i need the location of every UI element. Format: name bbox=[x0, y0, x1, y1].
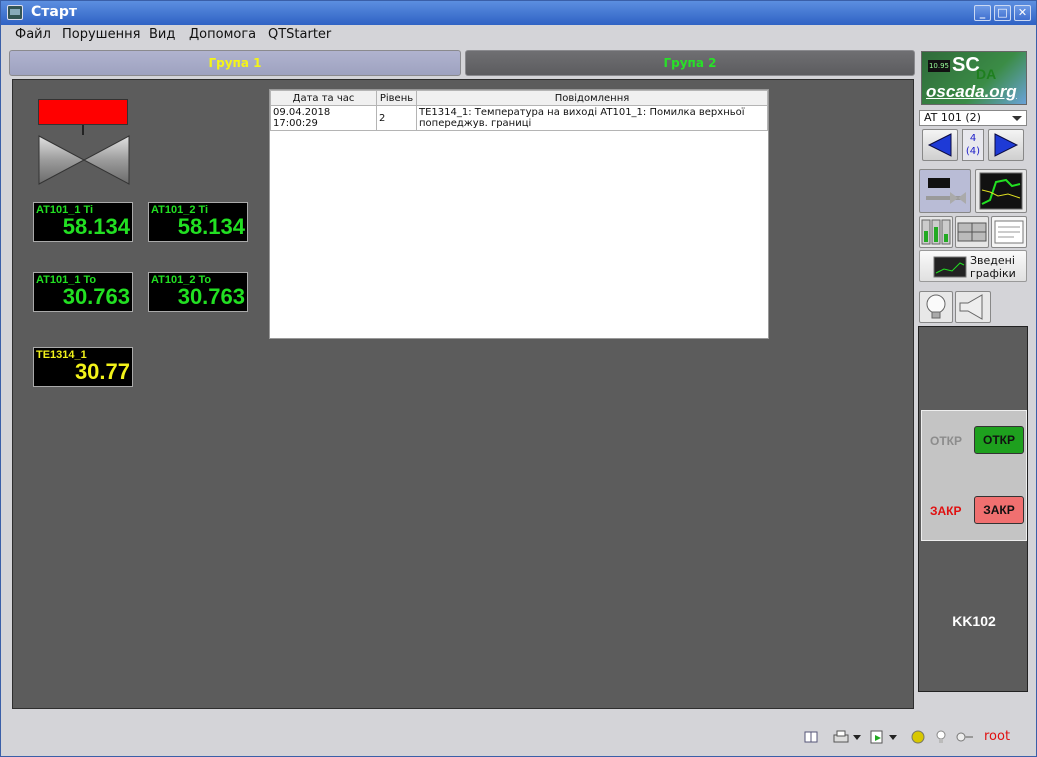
cell-datetime: 09.04.2018 17:00:29 bbox=[270, 105, 377, 131]
indicator-value: 30.77 bbox=[74, 359, 130, 384]
menu-violations[interactable]: Порушення bbox=[62, 27, 140, 42]
maximize-button[interactable]: □ bbox=[994, 5, 1011, 21]
overview-icon bbox=[957, 222, 987, 242]
user-name[interactable]: root bbox=[984, 729, 1010, 744]
page-counter: 4 (4) bbox=[962, 129, 984, 161]
indicator-value: 58.134 bbox=[62, 214, 130, 239]
indicator-at101-1-ti[interactable]: AT101_1 Ti 58.134 bbox=[33, 202, 133, 242]
menu-file[interactable]: Файл bbox=[15, 27, 51, 42]
lightbulb-status-icon[interactable] bbox=[934, 730, 948, 744]
indicator-value: 58.134 bbox=[177, 214, 245, 239]
close-button[interactable]: ✕ bbox=[1014, 5, 1031, 21]
status-bar: root bbox=[3, 726, 1034, 748]
menu-bar: Файл Порушення Вид Допомога QTStarter bbox=[5, 26, 1033, 44]
group-panel-icon bbox=[921, 219, 951, 245]
valve-stem bbox=[82, 125, 84, 135]
summary-trends-button[interactable]: Зведені графіки bbox=[919, 250, 1027, 282]
menu-qtstarter[interactable]: QTStarter bbox=[268, 27, 331, 42]
document-button[interactable] bbox=[991, 216, 1027, 248]
indicator-te1314-1[interactable]: TE1314_1 30.77 bbox=[33, 347, 133, 387]
close-status-label: ЗАКР bbox=[930, 504, 962, 518]
arrow-left-icon bbox=[927, 133, 952, 157]
print-icon[interactable] bbox=[832, 730, 862, 744]
indicator-at101-2-ti[interactable]: AT101_2 Ti 58.134 bbox=[148, 202, 248, 242]
valve-icon[interactable] bbox=[38, 135, 130, 185]
main-window: Старт _ □ ✕ Файл Порушення Вид Допомога … bbox=[0, 0, 1037, 757]
cell-level: 2 bbox=[376, 105, 417, 131]
menu-view[interactable]: Вид bbox=[149, 27, 175, 42]
next-page-button[interactable] bbox=[988, 129, 1024, 161]
alarm-light-button[interactable] bbox=[919, 291, 953, 323]
menu-help[interactable]: Допомога bbox=[189, 27, 256, 42]
mnemonic-view-button[interactable] bbox=[919, 169, 971, 213]
column-header-level[interactable]: Рівень bbox=[376, 90, 417, 106]
status-led-icon[interactable] bbox=[910, 730, 926, 744]
indicator-value: 30.763 bbox=[62, 284, 130, 309]
cell-message: TE1314_1: Температура на виході AT101_1:… bbox=[416, 105, 768, 131]
object-select-value: AT 101 (2) bbox=[924, 111, 981, 124]
overview-button[interactable] bbox=[955, 216, 989, 248]
logo-da: DA bbox=[976, 66, 997, 82]
document-icon bbox=[994, 220, 1024, 244]
close-valve-button[interactable]: ЗАКР bbox=[974, 496, 1024, 524]
title-bar[interactable]: Старт _ □ ✕ bbox=[1, 1, 1036, 25]
alarm-sound-button[interactable] bbox=[955, 291, 991, 323]
column-header-datetime[interactable]: Дата та час bbox=[270, 90, 377, 106]
mnemonic-panel: AT101_1 Ti 58.134 AT101_2 Ti 58.134 AT10… bbox=[12, 79, 914, 709]
page-total: (4) bbox=[965, 146, 981, 157]
key-icon[interactable] bbox=[956, 730, 974, 744]
summary-trends-label: Зведені графіки bbox=[970, 254, 1016, 280]
control-panel: ОТКР ОТКР ЗАКР ЗАКР KK102 bbox=[918, 326, 1028, 692]
export-icon[interactable] bbox=[869, 730, 899, 744]
device-name: KK102 bbox=[952, 613, 996, 629]
trend-view-button[interactable] bbox=[975, 169, 1027, 213]
table-row[interactable]: 09.04.2018 17:00:29 2 TE1314_1: Температ… bbox=[270, 105, 768, 131]
open-status-label: ОТКР bbox=[930, 434, 962, 448]
minimize-button[interactable]: _ bbox=[974, 5, 991, 21]
column-header-message[interactable]: Повідомлення bbox=[416, 90, 768, 106]
open-button[interactable]: ОТКР bbox=[974, 426, 1024, 454]
indicator-at101-1-to[interactable]: AT101_1 To 30.763 bbox=[33, 272, 133, 312]
group-view-button[interactable] bbox=[919, 216, 953, 248]
summary-trends-icon bbox=[933, 256, 967, 278]
valve-actuator[interactable] bbox=[38, 99, 128, 125]
horn-icon bbox=[959, 294, 983, 320]
trend-chart-icon bbox=[979, 172, 1023, 210]
object-select[interactable]: AT 101 (2) bbox=[919, 110, 1027, 126]
indicator-value: 30.763 bbox=[177, 284, 245, 309]
oscada-logo: 10.95 SC DA oscada.org bbox=[921, 51, 1027, 105]
mnemonic-icon bbox=[926, 178, 966, 204]
tab-group-1[interactable]: Група 1 bbox=[9, 50, 461, 76]
page-current: 4 bbox=[969, 133, 977, 144]
window-title: Старт bbox=[31, 4, 77, 20]
prev-page-button[interactable] bbox=[922, 129, 958, 161]
alarm-table[interactable]: Дата та час Рівень Повідомлення 09.04.20… bbox=[269, 89, 769, 339]
indicator-at101-2-to[interactable]: AT101_2 To 30.763 bbox=[148, 272, 248, 312]
book-icon[interactable] bbox=[803, 730, 819, 744]
valve-control-box: ОТКР ОТКР ЗАКР ЗАКР bbox=[921, 410, 1027, 541]
logo-url: oscada.org bbox=[926, 82, 1017, 101]
logo-readout: 10.95 bbox=[928, 60, 950, 72]
tab-group-2[interactable]: Група 2 bbox=[465, 50, 915, 76]
chevron-down-icon bbox=[1012, 116, 1022, 121]
arrow-right-icon bbox=[994, 133, 1019, 157]
lightbulb-icon bbox=[926, 294, 946, 319]
app-icon[interactable] bbox=[7, 5, 23, 20]
